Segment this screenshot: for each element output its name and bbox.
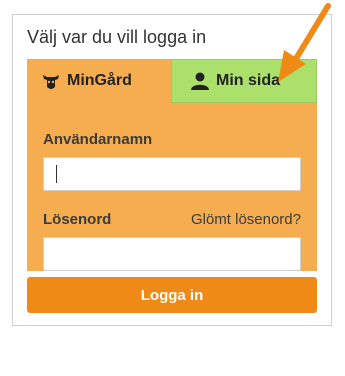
login-panel: Välj var du vill logga in MinGård Min si… (12, 14, 332, 326)
cow-icon (41, 71, 61, 91)
text-caret (56, 165, 57, 183)
panel-title: Välj var du vill logga in (27, 27, 207, 47)
tab-min-sida[interactable]: Min sida (171, 59, 317, 103)
forgot-password-link[interactable]: Glömt lösenord? (191, 211, 301, 228)
tab-mingard[interactable]: MinGård (27, 59, 171, 103)
password-input[interactable] (43, 237, 301, 271)
login-button[interactable]: Logga in (27, 277, 317, 313)
username-label: Användarnamn (43, 131, 153, 148)
login-form: Användarnamn Lösenord Glömt lösenord? (27, 103, 317, 271)
tab-min-sida-label: Min sida (216, 72, 281, 89)
person-icon (190, 71, 210, 91)
password-label: Lösenord (43, 211, 112, 228)
tab-mingard-label: MinGård (67, 72, 132, 89)
login-tabs: MinGård Min sida (27, 59, 317, 103)
username-input[interactable] (43, 157, 301, 191)
